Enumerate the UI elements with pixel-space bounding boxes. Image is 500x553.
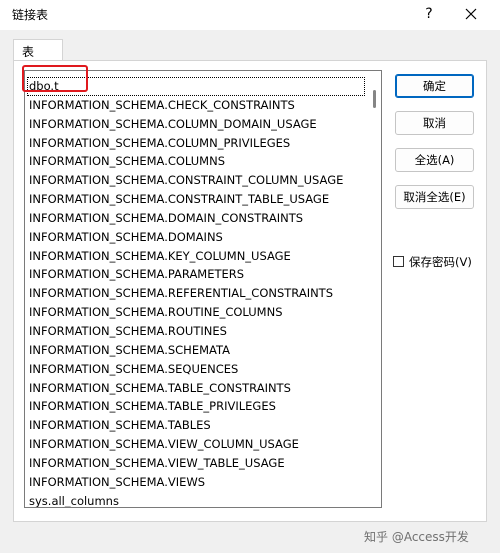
list-item[interactable]: INFORMATION_SCHEMA.REFERENTIAL_CONSTRAIN… — [25, 284, 369, 303]
list-item[interactable]: INFORMATION_SCHEMA.SEQUENCES — [25, 360, 369, 379]
select-all-button[interactable]: 全选(A) — [395, 148, 474, 172]
watermark: 知乎 @Access开发 — [364, 530, 469, 544]
tab-tables[interactable]: 表 — [13, 39, 63, 61]
list-item[interactable]: INFORMATION_SCHEMA.DOMAINS — [25, 228, 369, 247]
list-item[interactable]: INFORMATION_SCHEMA.COLUMN_PRIVILEGES — [25, 134, 369, 153]
help-button[interactable]: ? — [418, 3, 440, 25]
tab-label: 表 — [22, 45, 35, 59]
list-item[interactable]: INFORMATION_SCHEMA.CONSTRAINT_COLUMN_USA… — [25, 171, 369, 190]
window-title: 链接表 — [12, 8, 49, 22]
list-item[interactable]: INFORMATION_SCHEMA.DOMAIN_CONSTRAINTS — [25, 209, 369, 228]
list-item[interactable]: INFORMATION_SCHEMA.TABLE_CONSTRAINTS — [25, 379, 369, 398]
list-item[interactable]: INFORMATION_SCHEMA.COLUMNS — [25, 152, 369, 171]
scrollbar-thumb[interactable] — [373, 90, 376, 108]
list-item[interactable]: INFORMATION_SCHEMA.CHECK_CONSTRAINTS — [25, 96, 369, 115]
list-item[interactable]: INFORMATION_SCHEMA.PARAMETERS — [25, 265, 369, 284]
table-list-items: dbo.t INFORMATION_SCHEMA.CHECK_CONSTRAINT… — [25, 77, 369, 507]
list-item[interactable]: INFORMATION_SCHEMA.SCHEMATA — [25, 341, 369, 360]
list-item[interactable]: INFORMATION_SCHEMA.ROUTINE_COLUMNS — [25, 303, 369, 322]
list-item[interactable]: sys.all_columns — [25, 492, 369, 507]
title-bar: 链接表 ? — [0, 0, 500, 30]
list-item[interactable]: INFORMATION_SCHEMA.VIEW_COLUMN_USAGE — [25, 435, 369, 454]
list-item[interactable]: INFORMATION_SCHEMA.COLUMN_DOMAIN_USAGE — [25, 115, 369, 134]
close-icon — [465, 8, 477, 20]
list-item[interactable]: INFORMATION_SCHEMA.CONSTRAINT_TABLE_USAG… — [25, 190, 369, 209]
list-item[interactable]: INFORMATION_SCHEMA.KEY_COLUMN_USAGE — [25, 247, 369, 266]
list-item[interactable]: INFORMATION_SCHEMA.ROUTINES — [25, 322, 369, 341]
list-item[interactable]: INFORMATION_SCHEMA.TABLE_PRIVILEGES — [25, 397, 369, 416]
save-password-label: 保存密码(V) — [409, 255, 472, 269]
cancel-button[interactable]: 取消 — [395, 111, 474, 135]
list-item[interactable]: INFORMATION_SCHEMA.VIEW_TABLE_USAGE — [25, 454, 369, 473]
list-item[interactable]: INFORMATION_SCHEMA.TABLES — [25, 416, 369, 435]
checkbox-box[interactable] — [393, 256, 404, 267]
highlight-annotation — [22, 65, 88, 92]
ok-button[interactable]: 确定 — [395, 74, 474, 98]
deselect-all-button[interactable]: 取消全选(E) — [395, 185, 474, 209]
vertical-scrollbar[interactable] — [369, 71, 381, 507]
list-item[interactable]: INFORMATION_SCHEMA.VIEWS — [25, 473, 369, 492]
close-button[interactable] — [458, 3, 484, 25]
table-list[interactable]: dbo.t INFORMATION_SCHEMA.CHECK_CONSTRAINT… — [24, 70, 382, 508]
